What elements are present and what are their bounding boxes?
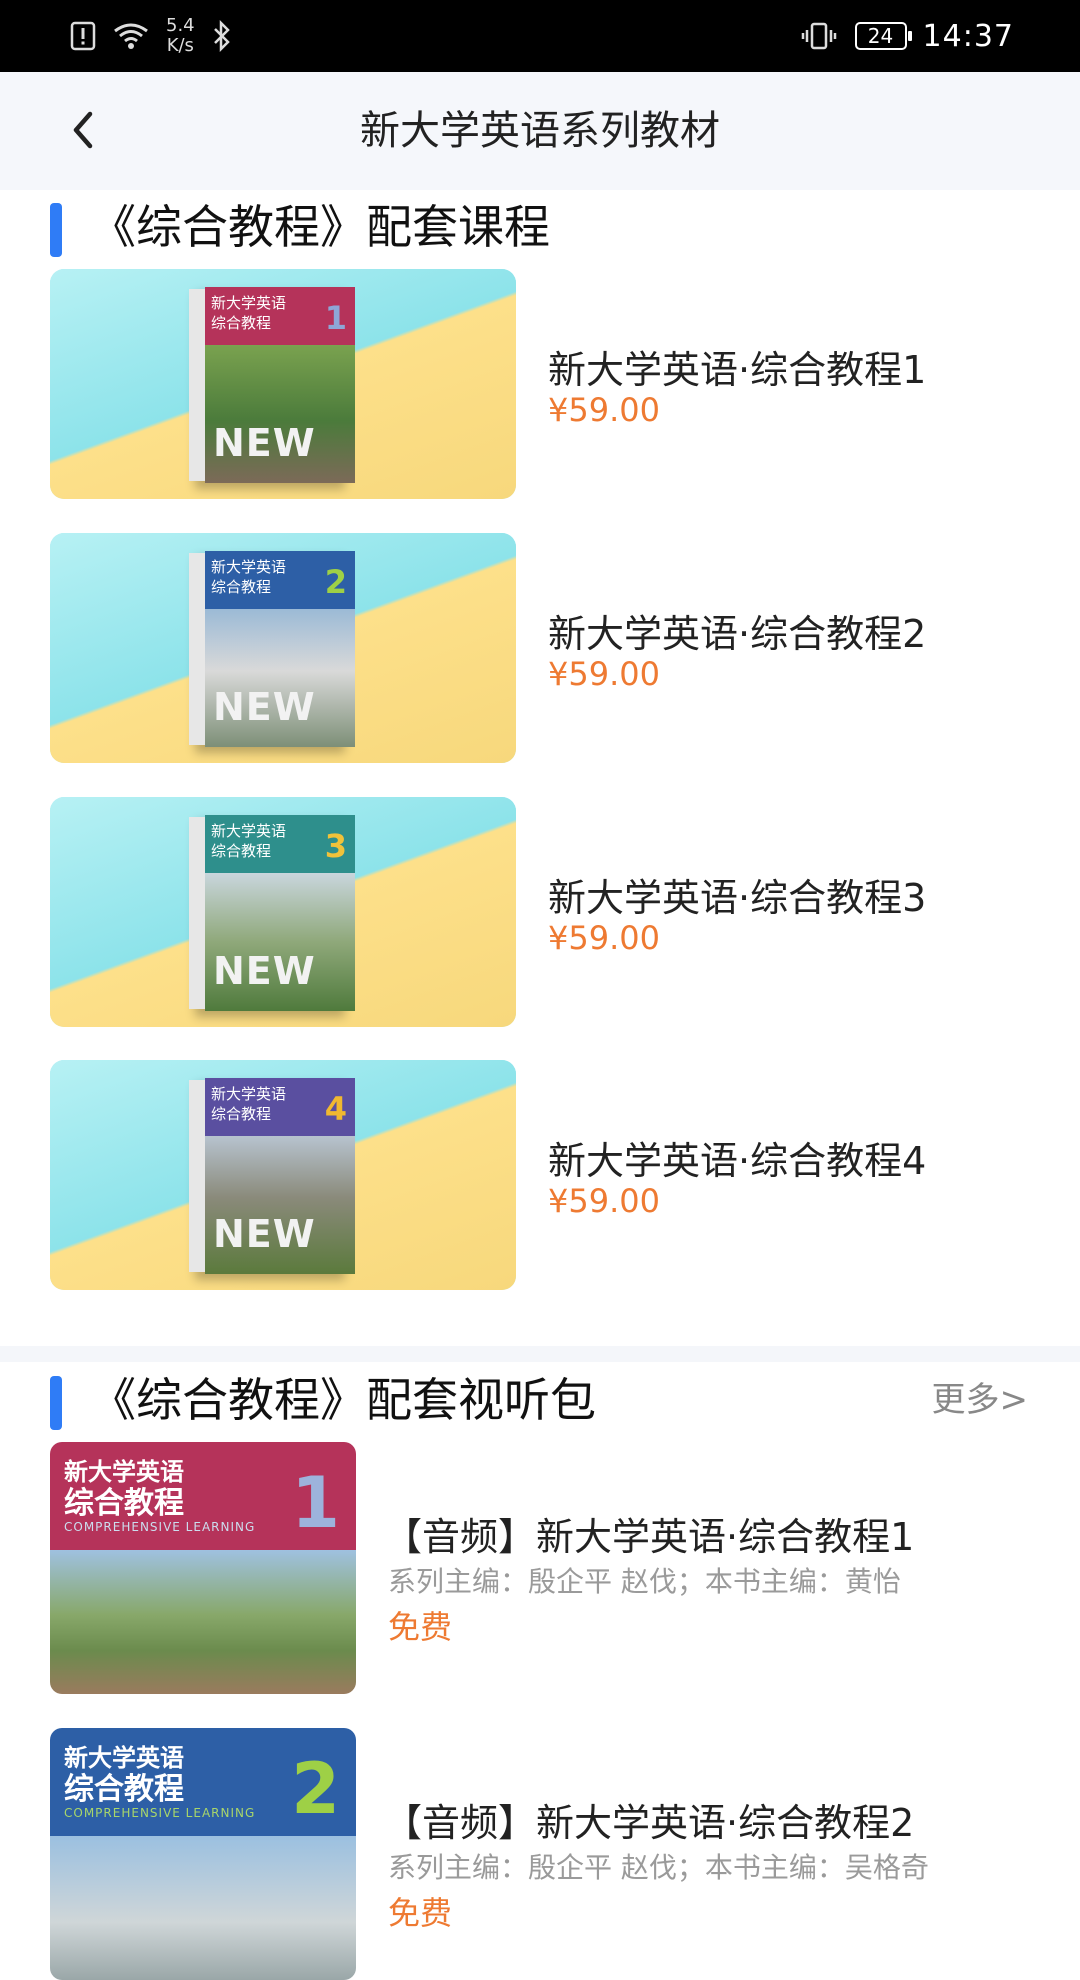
battery-indicator: 24	[854, 22, 912, 50]
course-name: 新大学英语·综合教程2	[548, 612, 927, 656]
course-price: ¥59.00	[548, 1182, 660, 1220]
course-cover-image: 新大学英语 综合教程 1 NEW	[50, 269, 516, 499]
section-courses-header: 《综合教程》配套课程	[0, 185, 1080, 269]
audio-item[interactable]: 新大学英语 综合教程 COMPREHENSIVE LEARNING 1 【音频】新…	[50, 1442, 1030, 1694]
course-price: ¥59.00	[548, 919, 660, 957]
status-right: 24 14:37	[799, 0, 1014, 72]
course-name: 新大学英语·综合教程1	[548, 348, 927, 392]
audio-editors: 系列主编：殷企平 赵伐；本书主编：黄怡	[388, 1565, 901, 1598]
audio-item[interactable]: 新大学英语 综合教程 COMPREHENSIVE LEARNING 2 【音频】新…	[50, 1728, 1030, 1980]
course-item[interactable]: 新大学英语 综合教程 4 NEW 新大学英语·综合教程4 ¥59.00	[50, 1060, 1030, 1290]
section-audio-header: 《综合教程》配套视听包 更多>	[0, 1358, 1080, 1442]
more-link[interactable]: 更多>	[932, 1358, 1029, 1442]
course-cover-image: 新大学英语 综合教程 3 NEW	[50, 797, 516, 1027]
audio-cover-image: 新大学英语 综合教程 COMPREHENSIVE LEARNING 1	[50, 1442, 356, 1694]
page-title: 新大学英语系列教材	[360, 108, 720, 154]
course-name: 新大学英语·综合教程3	[548, 876, 927, 920]
course-name: 新大学英语·综合教程4	[548, 1139, 927, 1183]
wifi-icon	[114, 23, 148, 49]
clock: 14:37	[922, 18, 1014, 54]
course-price: ¥59.00	[548, 655, 660, 693]
audio-price: 免费	[388, 1894, 453, 1932]
status-bar: 5.4 K/s 24 14:37	[0, 0, 1080, 72]
status-left: 5.4 K/s	[70, 0, 233, 72]
section-title: 《综合教程》配套视听包	[90, 1373, 596, 1427]
audio-editors: 系列主编：殷企平 赵伐；本书主编：吴格奇	[388, 1851, 929, 1884]
alert-icon	[70, 21, 96, 51]
section-title: 《综合教程》配套课程	[90, 200, 550, 254]
network-speed: 5.4 K/s	[166, 15, 195, 56]
course-cover-image: 新大学英语 综合教程 4 NEW	[50, 1060, 516, 1290]
course-item[interactable]: 新大学英语 综合教程 3 NEW 新大学英语·综合教程3 ¥59.00	[50, 797, 1030, 1027]
section-accent-bar	[50, 1376, 62, 1430]
course-item[interactable]: 新大学英语 综合教程 1 NEW 新大学英语·综合教程1 ¥59.00	[50, 269, 1030, 499]
audio-name: 【音频】新大学英语·综合教程1	[384, 1515, 915, 1559]
audio-price: 免费	[388, 1608, 453, 1646]
nav-header: 新大学英语系列教材	[0, 72, 1080, 190]
course-cover-image: 新大学英语 综合教程 2 NEW	[50, 533, 516, 763]
section-accent-bar	[50, 203, 62, 257]
audio-name: 【音频】新大学英语·综合教程2	[384, 1801, 915, 1845]
bluetooth-icon	[213, 20, 230, 52]
vibrate-icon	[801, 22, 836, 50]
audio-cover-image: 新大学英语 综合教程 COMPREHENSIVE LEARNING 2	[50, 1728, 356, 1980]
course-item[interactable]: 新大学英语 综合教程 2 NEW 新大学英语·综合教程2 ¥59.00	[50, 533, 1030, 763]
course-price: ¥59.00	[548, 391, 660, 429]
